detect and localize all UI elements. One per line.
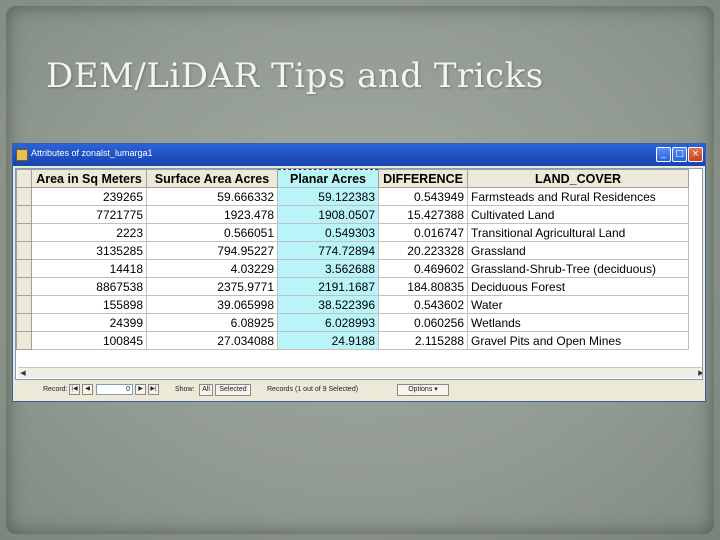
table-row[interactable]: 14418 4.03229 3.562688 0.469602 Grassland-Sh… (16, 259, 689, 278)
show-label: Show: (175, 386, 195, 393)
options-button[interactable]: Options ▾ (397, 384, 449, 396)
row-selector[interactable] (16, 295, 32, 314)
horizontal-scrollbar[interactable]: ◀ ▶ (18, 367, 702, 378)
cell-difference[interactable]: 0.016747 (378, 223, 468, 242)
cell-surface-area-acres[interactable]: 0.566051 (146, 223, 278, 242)
column-header-difference[interactable]: DIFFERENCE (378, 169, 468, 188)
attributes-window: Attributes of zonalst_lumarga1 _ □ × Are… (12, 143, 706, 402)
records-status-text: Records (1 out of 9 Selected) (267, 386, 359, 393)
cell-surface-area-acres[interactable]: 59.666332 (146, 187, 278, 206)
slide-title: DEM/LiDAR Tips and Tricks (46, 56, 544, 96)
cell-difference[interactable]: 0.060256 (378, 313, 468, 332)
cell-area-sq-meters[interactable]: 7721775 (31, 205, 147, 224)
cell-planar-acres[interactable]: 774.72894 (277, 241, 379, 260)
cell-land-cover[interactable]: Water (467, 295, 689, 314)
show-selected-button[interactable]: Selected (215, 384, 251, 396)
cell-difference[interactable]: 20.223328 (378, 241, 468, 260)
cell-planar-acres[interactable]: 2191.1687 (277, 277, 379, 296)
cell-planar-acres[interactable]: 59.122383 (277, 187, 379, 206)
slide-background: DEM/LiDAR Tips and Tricks Attributes of … (0, 0, 720, 540)
row-selector[interactable] (16, 259, 32, 278)
column-header-planar-acres[interactable]: Planar Acres (277, 169, 379, 188)
record-number-input[interactable]: 0 (96, 384, 133, 395)
cell-planar-acres[interactable]: 0.549303 (277, 223, 379, 242)
cell-surface-area-acres[interactable]: 1923.478 (146, 205, 278, 224)
table-body: 239265 59.666332 59.122383 0.543949 Farmstea… (16, 187, 689, 350)
table-row[interactable]: 239265 59.666332 59.122383 0.543949 Farmstea… (16, 187, 689, 206)
row-selector[interactable] (16, 331, 32, 350)
cell-land-cover[interactable]: Grassland (467, 241, 689, 260)
cell-area-sq-meters[interactable]: 239265 (31, 187, 147, 206)
attribute-table: Area in Sq Meters Surface Area Acres Pla… (16, 169, 689, 350)
cell-planar-acres[interactable]: 3.562688 (277, 259, 379, 278)
cell-area-sq-meters[interactable]: 3135285 (31, 241, 147, 260)
cell-planar-acres[interactable]: 24.9188 (277, 331, 379, 350)
first-record-icon[interactable]: |◀ (69, 384, 80, 395)
row-selector[interactable] (16, 313, 32, 332)
record-label: Record: (43, 386, 68, 393)
previous-record-icon[interactable]: ◀ (82, 384, 93, 395)
cell-difference[interactable]: 2.115288 (378, 331, 468, 350)
cell-land-cover[interactable]: Deciduous Forest (467, 277, 689, 296)
column-header-area-sq-meters[interactable]: Area in Sq Meters (31, 169, 147, 188)
cell-planar-acres[interactable]: 38.522396 (277, 295, 379, 314)
window-titlebar[interactable]: Attributes of zonalst_lumarga1 _ □ × (13, 144, 705, 166)
options-button-label: Options (408, 386, 433, 393)
cell-planar-acres[interactable]: 6.028993 (277, 313, 379, 332)
table-row[interactable]: 2223 0.566051 0.549303 0.016747 Transitional… (16, 223, 689, 242)
cell-land-cover[interactable]: Grassland-Shrub-Tree (deciduous) (467, 259, 689, 278)
last-record-icon[interactable]: ▶| (148, 384, 159, 395)
table-icon (16, 149, 28, 161)
cell-land-cover[interactable]: Gravel Pits and Open Mines (467, 331, 689, 350)
row-selector[interactable] (16, 277, 32, 296)
column-header-surface-area-acres[interactable]: Surface Area Acres (146, 169, 278, 188)
cell-area-sq-meters[interactable]: 2223 (31, 223, 147, 242)
cell-surface-area-acres[interactable]: 39.065998 (146, 295, 278, 314)
cell-surface-area-acres[interactable]: 794.95227 (146, 241, 278, 260)
maximize-button[interactable]: □ (672, 147, 687, 162)
row-selector[interactable] (16, 187, 32, 206)
cell-land-cover[interactable]: Wetlands (467, 313, 689, 332)
next-record-icon[interactable]: ▶ (135, 384, 146, 395)
window-title: Attributes of zonalst_lumarga1 (31, 148, 153, 158)
cell-area-sq-meters[interactable]: 100845 (31, 331, 147, 350)
table-row[interactable]: 7721775 1923.478 1908.0507 15.427388 Cultiva… (16, 205, 689, 224)
attribute-table-grid[interactable]: Area in Sq Meters Surface Area Acres Pla… (15, 168, 703, 380)
cell-surface-area-acres[interactable]: 27.034088 (146, 331, 278, 350)
cell-land-cover[interactable]: Farmsteads and Rural Residences (467, 187, 689, 206)
row-selector[interactable] (16, 241, 32, 260)
cell-area-sq-meters[interactable]: 24399 (31, 313, 147, 332)
cell-land-cover[interactable]: Transitional Agricultural Land (467, 223, 689, 242)
table-row[interactable]: 24399 6.08925 6.028993 0.060256 Wetlands (16, 313, 689, 332)
row-selector-header[interactable] (16, 169, 32, 188)
column-header-land-cover[interactable]: LAND_COVER (467, 169, 689, 188)
cell-surface-area-acres[interactable]: 2375.9771 (146, 277, 278, 296)
cell-area-sq-meters[interactable]: 14418 (31, 259, 147, 278)
row-selector[interactable] (16, 205, 32, 224)
window-statusbar: Record: |◀ ◀ 0 ▶ ▶| Show: All Selected R… (15, 381, 703, 399)
cell-area-sq-meters[interactable]: 155898 (31, 295, 147, 314)
row-selector[interactable] (16, 223, 32, 242)
minimize-button[interactable]: _ (656, 147, 671, 162)
table-row[interactable]: 100845 27.034088 24.9188 2.115288 Gravel Pit… (16, 331, 689, 350)
cell-difference[interactable]: 0.543602 (378, 295, 468, 314)
cell-difference[interactable]: 0.469602 (378, 259, 468, 278)
cell-land-cover[interactable]: Cultivated Land (467, 205, 689, 224)
show-all-button[interactable]: All (199, 384, 213, 396)
cell-difference[interactable]: 0.543949 (378, 187, 468, 206)
scroll-right-icon[interactable]: ▶ (696, 368, 702, 378)
table-row[interactable]: 155898 39.065998 38.522396 0.543602 Water (16, 295, 689, 314)
table-header-row: Area in Sq Meters Surface Area Acres Pla… (16, 169, 689, 188)
scroll-left-icon[interactable]: ◀ (18, 368, 28, 378)
cell-area-sq-meters[interactable]: 8867538 (31, 277, 147, 296)
chevron-down-icon: ▾ (434, 386, 438, 393)
close-button[interactable]: × (688, 147, 703, 162)
cell-surface-area-acres[interactable]: 4.03229 (146, 259, 278, 278)
cell-difference[interactable]: 15.427388 (378, 205, 468, 224)
cell-planar-acres[interactable]: 1908.0507 (277, 205, 379, 224)
table-row[interactable]: 3135285 794.95227 774.72894 20.223328 Grassl… (16, 241, 689, 260)
cell-surface-area-acres[interactable]: 6.08925 (146, 313, 278, 332)
cell-difference[interactable]: 184.80835 (378, 277, 468, 296)
table-row[interactable]: 8867538 2375.9771 2191.1687 184.80835 Decidu… (16, 277, 689, 296)
